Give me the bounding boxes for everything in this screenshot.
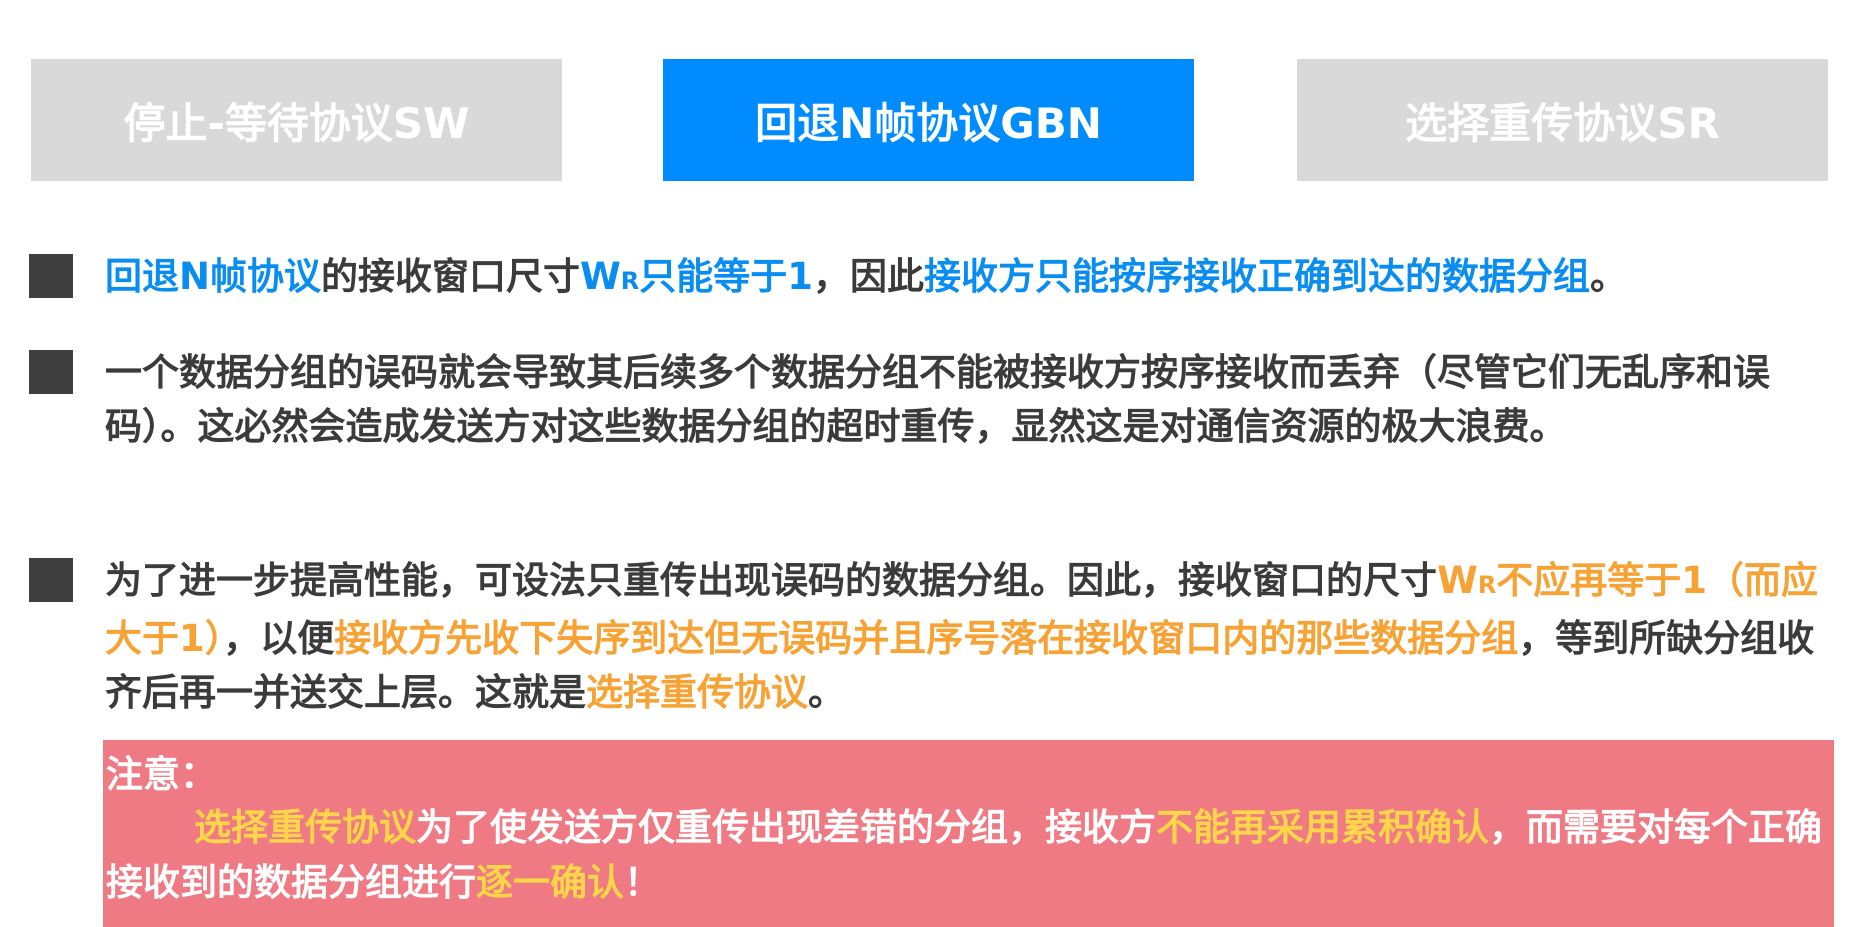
p3-highlight-sr: 选择重传协议 xyxy=(586,671,808,714)
p1-wr: WR xyxy=(579,255,640,298)
paragraph-1: 回退N帧协议的接收窗口尺寸WR只能等于1，因此接收方只能按序接收正确到达的数据分… xyxy=(105,250,1825,308)
p1-highlight-in-order: 接收方只能按序接收正确到达的数据分组 xyxy=(924,255,1591,298)
bullet-square-3 xyxy=(29,558,73,602)
bullet-square-1 xyxy=(29,254,73,298)
p1-text-window: 的接收窗口尺寸 xyxy=(320,255,580,298)
note-title: 注意： xyxy=(106,753,217,796)
tab-stop-and-wait[interactable]: 停止-等待协议SW xyxy=(31,59,562,181)
p3-text-so-that: ，以便 xyxy=(223,617,335,660)
p1-period: 。 xyxy=(1590,255,1628,298)
note-highlight-individual-ack: 逐一确认 xyxy=(476,861,624,904)
note-box: 注意： 选择重传协议为了使发送方仅重传出现差错的分组，接收方不能再采用累积确认，… xyxy=(103,740,1834,927)
p1-text-therefore: ，因此 xyxy=(813,255,925,298)
p3-wr: WR xyxy=(1437,559,1497,602)
p1-highlight-equals-one: 只能等于1 xyxy=(639,255,814,298)
paragraph-2: 一个数据分组的误码就会导致其后续多个数据分组不能被接收方按序接收而丢弃（尽管它们… xyxy=(105,351,1770,448)
bullet-square-2 xyxy=(29,350,73,394)
p3-text-intro: 为了进一步提高性能，可设法只重传出现误码的数据分组。因此，接收窗口的尺寸 xyxy=(105,559,1437,602)
note-body: 选择重传协议为了使发送方仅重传出现差错的分组，接收方不能再采用累积确认，而需要对… xyxy=(106,800,1832,910)
p3-highlight-receiver: 接收方先收下失序到达但无误码并且序号落在接收窗口内的那些数据分组 xyxy=(334,617,1519,660)
note-text-1: 为了使发送方仅重传出现差错的分组，接收方 xyxy=(416,806,1156,849)
tab-selective-repeat[interactable]: 选择重传协议SR xyxy=(1297,59,1828,181)
paragraph-3: 为了进一步提高性能，可设法只重传出现误码的数据分组。因此，接收窗口的尺寸WR不应… xyxy=(105,554,1825,720)
note-highlight-sr: 选择重传协议 xyxy=(194,806,416,849)
p3-period: 。 xyxy=(808,671,845,714)
tab-go-back-n[interactable]: 回退N帧协议GBN xyxy=(663,59,1194,181)
note-exclamation: ！ xyxy=(624,861,661,904)
note-highlight-no-cumulative: 不能再采用累积确认 xyxy=(1156,806,1489,849)
p1-highlight-gbn: 回退N帧协议 xyxy=(105,255,321,298)
